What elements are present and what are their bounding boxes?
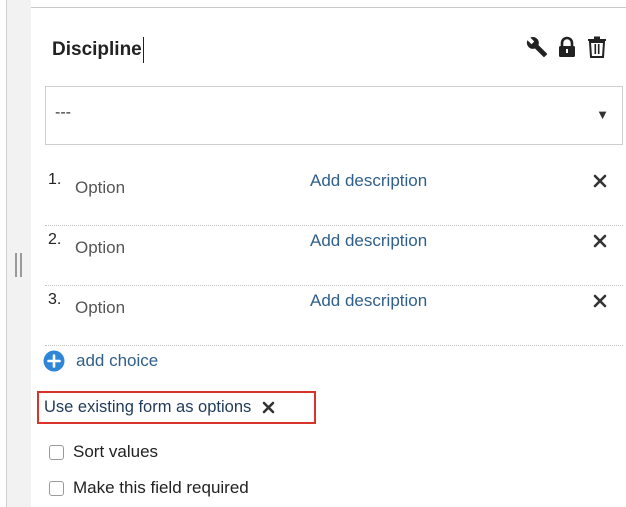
wrench-icon[interactable] <box>526 35 548 59</box>
close-icon[interactable] <box>593 234 607 248</box>
option-label[interactable]: Option <box>75 178 125 198</box>
field-title[interactable]: Discipline <box>52 36 145 64</box>
option-row: 3. Option Add description <box>45 286 623 346</box>
option-number: 2. <box>48 231 62 248</box>
text-cursor <box>142 37 145 63</box>
options-source-select[interactable]: --- ▼ <box>45 86 623 145</box>
select-value: --- <box>55 104 71 121</box>
add-description-link[interactable]: Add description <box>310 171 427 191</box>
row-divider <box>45 345 623 346</box>
add-description-link[interactable]: Add description <box>310 291 427 311</box>
add-description-link[interactable]: Add description <box>310 231 427 251</box>
sort-values-label: Sort values <box>73 442 159 461</box>
chevron-down-icon: ▼ <box>596 107 609 122</box>
option-row: 1. Option Add description <box>45 166 623 226</box>
option-number: 3. <box>48 291 62 308</box>
close-icon[interactable] <box>593 174 607 188</box>
lock-icon[interactable] <box>556 35 578 59</box>
option-label[interactable]: Option <box>75 298 125 318</box>
sort-values-checkbox[interactable] <box>49 444 64 460</box>
option-number: 1. <box>48 171 62 188</box>
plus-circle-icon <box>43 350 65 372</box>
sort-values-option[interactable]: Sort values <box>49 442 158 462</box>
required-field-label: Make this field required <box>73 478 249 497</box>
panel-top-border <box>31 7 626 8</box>
field-title-text[interactable]: Discipline <box>52 36 142 64</box>
required-field-checkbox[interactable] <box>49 480 64 496</box>
use-existing-form-label: Use existing form as options <box>44 398 252 416</box>
option-row: 2. Option Add description <box>45 226 623 286</box>
add-choice-label: add choice <box>76 351 159 370</box>
use-existing-form-button[interactable]: Use existing form as options <box>37 391 316 424</box>
drag-handle[interactable] <box>15 253 22 277</box>
field-tools <box>526 35 608 59</box>
close-icon[interactable] <box>262 401 275 414</box>
add-choice-button[interactable]: add choice <box>43 350 158 372</box>
close-icon[interactable] <box>593 294 607 308</box>
trash-icon[interactable] <box>586 35 608 59</box>
option-label[interactable]: Option <box>75 238 125 258</box>
required-field-option[interactable]: Make this field required <box>49 478 249 498</box>
